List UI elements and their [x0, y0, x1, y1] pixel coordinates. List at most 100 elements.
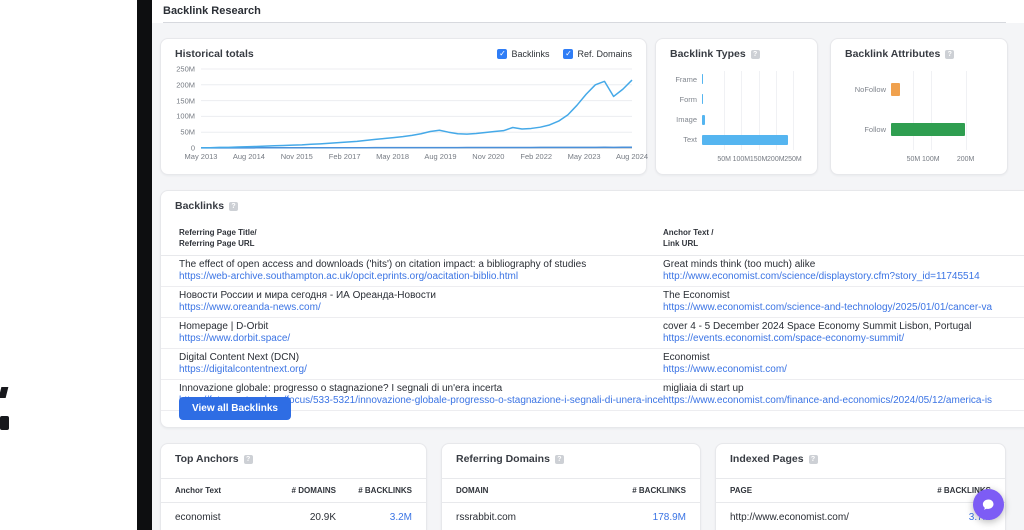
anchor-text: Economist: [663, 352, 1024, 364]
bar-track: [702, 74, 793, 84]
card-title: Top Anchors: [175, 453, 239, 465]
referring-page-title: Digital Content Next (DCN): [179, 352, 663, 364]
domains-count-cell: 20.9K: [274, 512, 336, 523]
column-header: Anchor Text: [175, 486, 274, 495]
bar-category-label: Text: [668, 135, 702, 144]
anchor-text: Great minds think (too much) alike: [663, 259, 1024, 271]
backlink-attributes-bar-chart: NoFollow Follow 50M100M200M: [843, 69, 983, 166]
card-title-row: Backlink Attributes: [831, 39, 1007, 60]
link-url[interactable]: https://www.economist.com/science-and-te…: [663, 302, 1024, 314]
chat-widget-button[interactable]: [973, 489, 1004, 520]
card-title: Indexed Pages: [730, 453, 804, 465]
bar-category-label: Image: [668, 115, 702, 124]
referring-page-title: Innovazione globale: progresso o stagnaz…: [179, 383, 663, 395]
table-row: rssrabbit.com 178.9M: [442, 503, 700, 530]
historical-totals-card: Historical totals Backlinks Ref. Domains…: [160, 38, 647, 175]
x-axis-tick-label: 100M: [733, 156, 751, 163]
view-all-backlinks-button[interactable]: View all Backlinks: [179, 397, 291, 420]
anchor-text: cover 4 - 5 December 2024 Space Economy …: [663, 321, 1024, 333]
x-axis-tick-label: Feb 2022: [520, 152, 552, 161]
backlink-table-row: Digital Content Next (DCN) https://digit…: [161, 349, 1024, 380]
bar-row: NoFollow: [843, 83, 983, 96]
help-icon[interactable]: [751, 50, 760, 59]
bar-track: [891, 83, 983, 96]
bar-row: Image: [668, 115, 793, 125]
table-header-row: DOMAIN # BACKLINKS: [442, 478, 700, 503]
backlinks-card: Backlinks Referring Page Title/ Referrin…: [160, 190, 1024, 428]
gridline: [793, 71, 794, 150]
left-gutter: [0, 0, 137, 530]
help-icon[interactable]: [555, 455, 564, 464]
bar-rows: NoFollow Follow: [843, 69, 983, 150]
backlink-attributes-card: Backlink Attributes NoFollow Follow 50M10…: [830, 38, 1008, 175]
card-title-row: Backlinks: [161, 191, 1024, 212]
column-header: Link URL: [663, 238, 1024, 249]
card-title-row: Indexed Pages: [716, 444, 1005, 465]
referring-domains-card: Referring Domains DOMAIN # BACKLINKS rss…: [441, 443, 701, 530]
y-axis-tick-label: 100M: [176, 112, 195, 121]
legend-backlinks-checkbox[interactable]: Backlinks: [497, 49, 549, 59]
x-axis-tick-label: 200M: [957, 156, 975, 163]
bar-track: [702, 94, 793, 104]
bar-follow: [891, 123, 965, 136]
bar-nofollow: [891, 83, 900, 96]
backlink-table-row: Новости России и мира сегодня - ИА Ореан…: [161, 287, 1024, 318]
link-url[interactable]: https://www.economist.com/finance-and-ec…: [663, 395, 1024, 407]
x-axis-tick-label: Nov 2015: [281, 152, 313, 161]
column-header: Referring Page Title/: [179, 227, 663, 238]
x-axis-tick-label: 150M: [750, 156, 768, 163]
help-icon[interactable]: [809, 455, 818, 464]
bar-track: [702, 115, 793, 125]
help-icon[interactable]: [945, 50, 954, 59]
bar-form: [702, 94, 703, 104]
column-header: DOMAIN: [456, 486, 600, 495]
bar-text: [702, 135, 788, 145]
page-url-cell: http://www.economist.com/: [730, 512, 905, 523]
bar-row: Form: [668, 94, 793, 104]
bar-rows: Frame Form Image Text: [668, 69, 793, 150]
referring-page-url-link[interactable]: https://web-archive.southampton.ac.uk/op…: [179, 271, 663, 283]
x-axis-tick-label: Aug 2024: [616, 152, 648, 161]
x-axis-tick-label: 200M: [767, 156, 785, 163]
table-row: http://www.economist.com/ 3.7M: [716, 503, 1005, 530]
legend-label: Backlinks: [511, 49, 549, 59]
column-header: PAGE: [730, 486, 905, 495]
main-content: Backlink Research Historical totals Back…: [152, 0, 1024, 530]
background-window-artifact: [0, 387, 8, 398]
backlink-table-row: Homepage | D-Orbit https://www.dorbit.sp…: [161, 318, 1024, 349]
help-icon[interactable]: [229, 202, 238, 211]
bar-row: Text: [668, 135, 793, 145]
bar-row: Frame: [668, 74, 793, 84]
line-chart-svg: [201, 69, 632, 148]
background-window-artifact: [0, 416, 9, 430]
column-header: # BACKLINKS: [600, 486, 686, 495]
anchor-text: migliaia di start up: [663, 383, 1024, 395]
legend-label: Ref. Domains: [577, 49, 632, 59]
referring-page-title: The effect of open access and downloads …: [179, 259, 663, 271]
legend-ref-domains-checkbox[interactable]: Ref. Domains: [563, 49, 632, 59]
link-url[interactable]: https://www.economist.com/: [663, 364, 1024, 376]
referring-page-title: Homepage | D-Orbit: [179, 321, 663, 333]
anchor-text: The Economist: [663, 290, 1024, 302]
referring-page-url-link[interactable]: https://digitalcontentnext.org/: [179, 364, 663, 376]
x-axis: 50M100M200M: [896, 154, 983, 166]
backlinks-count-link[interactable]: 178.9M: [600, 512, 686, 523]
x-axis-tick-label: 50M: [717, 156, 731, 163]
checkbox-checked-icon[interactable]: [497, 49, 507, 59]
link-url[interactable]: http://www.economist.com/science/display…: [663, 271, 1024, 283]
x-axis-tick-label: Aug 2019: [424, 152, 456, 161]
card-title-row: Referring Domains: [442, 444, 700, 465]
y-axis: 250M200M150M100M50M0: [175, 69, 197, 148]
checkbox-checked-icon[interactable]: [563, 49, 573, 59]
bar-frame: [702, 74, 703, 84]
backlinks-count-link[interactable]: 3.2M: [336, 512, 412, 523]
referring-page-url-link[interactable]: https://www.oreanda-news.com/: [179, 302, 663, 314]
referring-page-url-link[interactable]: https://www.dorbit.space/: [179, 333, 663, 345]
bar-image: [702, 115, 705, 125]
x-axis-tick-label: 50M: [907, 156, 921, 163]
link-url[interactable]: https://events.economist.com/space-econo…: [663, 333, 1024, 345]
bar-row: Follow: [843, 123, 983, 136]
referring-page-title: Новости России и мира сегодня - ИА Ореан…: [179, 290, 663, 302]
x-axis-tick-label: 250M: [784, 156, 802, 163]
help-icon[interactable]: [244, 455, 253, 464]
